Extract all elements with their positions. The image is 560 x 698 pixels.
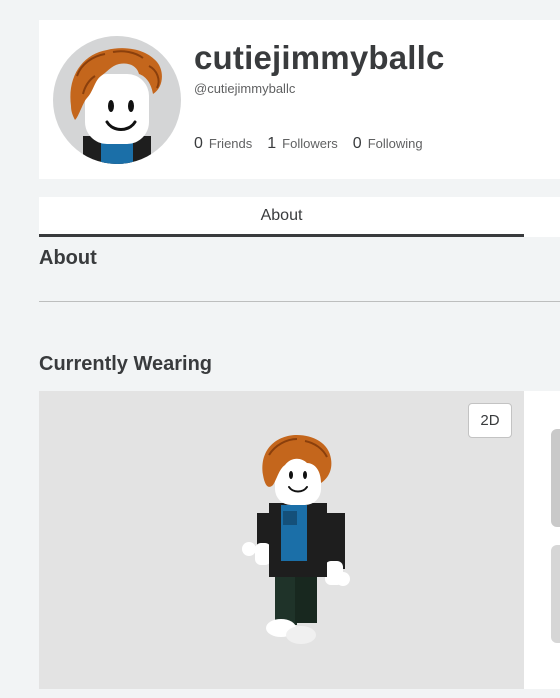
wearing-item-thumbnail[interactable] bbox=[551, 545, 560, 643]
followers-stat[interactable]: 1 Followers bbox=[267, 135, 338, 153]
following-count: 0 bbox=[352, 135, 362, 152]
tab-about[interactable]: About bbox=[39, 197, 524, 237]
profile-stats: 0 Friends 1 Followers 0 Following bbox=[194, 135, 438, 153]
avatar-3d-model-icon bbox=[242, 435, 350, 644]
friends-label: Friends bbox=[208, 136, 253, 151]
display-name: cutiejimmyballc bbox=[194, 39, 445, 76]
friends-count: 0 bbox=[194, 135, 203, 152]
following-label: Following bbox=[367, 136, 423, 151]
friends-stat[interactable]: 0 Friends bbox=[194, 135, 252, 153]
username: @cutiejimmyballc bbox=[194, 81, 296, 96]
about-divider bbox=[39, 301, 560, 302]
profile-header: cutiejimmyballc @cutiejimmyballc 0 Frien… bbox=[39, 20, 560, 179]
profile-tab-bar: About bbox=[39, 197, 560, 237]
about-section-title: About bbox=[39, 247, 97, 269]
avatar-viewer[interactable]: 2D bbox=[39, 391, 524, 689]
currently-wearing-title: Currently Wearing bbox=[39, 353, 212, 375]
followers-count: 1 bbox=[267, 135, 277, 152]
followers-label: Followers bbox=[282, 136, 338, 151]
following-stat[interactable]: 0 Following bbox=[353, 135, 423, 153]
wearing-item-thumbnail[interactable] bbox=[551, 429, 560, 527]
wearing-items-panel bbox=[524, 391, 560, 689]
profile-page: cutiejimmyballc @cutiejimmyballc 0 Frien… bbox=[0, 0, 560, 698]
toggle-2d-button[interactable]: 2D bbox=[468, 403, 512, 438]
avatar-headshot-icon[interactable] bbox=[53, 36, 181, 164]
